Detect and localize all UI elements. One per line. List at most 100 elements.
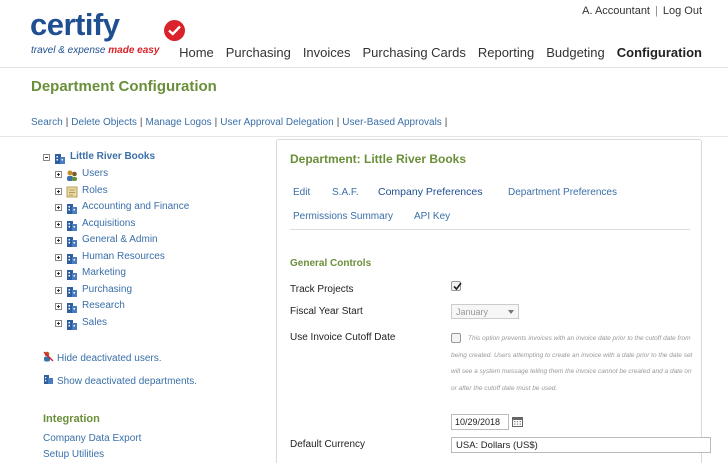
expand-icon[interactable]	[55, 237, 62, 244]
cutoff-date-value: 10/29/2018	[455, 417, 501, 427]
subnav-separator: |	[139, 117, 143, 128]
tree-root-node[interactable]: Little River Books	[43, 151, 243, 165]
default-currency-select[interactable]: USA: Dollars (US$)	[451, 437, 711, 453]
hide-users-icon	[43, 351, 54, 362]
tree-item-accounting-and-finance[interactable]: Accounting and Finance	[55, 201, 255, 215]
logout-link[interactable]: Log Out	[663, 5, 702, 17]
building-icon	[67, 270, 77, 280]
subnav-divider	[0, 136, 728, 137]
tree-item-acquisitions[interactable]: Acquisitions	[55, 218, 255, 232]
building-icon	[67, 237, 77, 247]
tree-item-general-admin[interactable]: General & Admin	[55, 234, 255, 248]
subnav-separator: |	[336, 117, 340, 128]
tab-permissions-summary[interactable]: Permissions Summary	[293, 211, 393, 222]
tab-api-key[interactable]: API Key	[414, 211, 450, 222]
tree-item-label[interactable]: Purchasing	[82, 284, 132, 295]
fiscal-year-start-label: Fiscal Year Start	[290, 306, 363, 317]
expand-icon[interactable]	[55, 221, 62, 228]
tree-item-label[interactable]: Sales	[82, 317, 107, 328]
subnav-separator: |	[444, 117, 448, 128]
expand-icon[interactable]	[55, 303, 62, 310]
department-panel: Department: Little River Books Edit S.A.…	[276, 139, 711, 463]
expand-icon[interactable]	[55, 254, 62, 261]
tree-item-users[interactable]: Users	[55, 168, 255, 182]
user-name[interactable]: A. Accountant	[582, 5, 650, 17]
tree-item-label[interactable]: Acquisitions	[82, 218, 135, 229]
tab-company-preferences[interactable]: Company Preferences	[378, 186, 482, 198]
tree-item-sales[interactable]: Sales	[55, 317, 255, 331]
tree-item-purchasing[interactable]: Purchasing	[55, 284, 255, 298]
fiscal-year-start-value: January	[456, 307, 489, 317]
collapse-icon[interactable]	[43, 154, 50, 161]
nav-purchasing[interactable]: Purchasing	[226, 45, 291, 60]
expand-icon[interactable]	[55, 171, 62, 178]
expand-icon[interactable]	[55, 204, 62, 211]
logo-check-icon	[164, 20, 185, 41]
building-icon	[67, 254, 77, 264]
roles-icon	[66, 186, 78, 198]
tree-item-research[interactable]: Research	[55, 300, 255, 314]
config-subnav: Search | Delete Objects | Manage Logos | User …	[31, 117, 450, 128]
invoice-cutoff-help: This option prevents invoices with an in…	[451, 335, 693, 392]
show-departments-icon	[44, 375, 53, 384]
building-icon	[55, 154, 65, 164]
subnav-user-approval-delegation[interactable]: User Approval Delegation	[220, 117, 333, 128]
default-currency-value: USA: Dollars (US$)	[456, 440, 538, 451]
subnav-separator: |	[65, 117, 69, 128]
track-projects-label: Track Projects	[290, 284, 354, 295]
page-title: Department Configuration	[31, 78, 217, 95]
cutoff-date-input[interactable]: 10/29/2018	[451, 414, 509, 430]
invoice-cutoff-label: Use Invoice Cutoff Date	[290, 332, 396, 343]
expand-icon[interactable]	[55, 188, 62, 195]
track-projects-checkbox[interactable]	[451, 281, 462, 291]
panel-title: Department: Little River Books	[290, 152, 467, 166]
building-icon	[67, 303, 77, 313]
tab-saf[interactable]: S.A.F.	[332, 187, 359, 198]
tree-root-label[interactable]: Little River Books	[70, 151, 155, 162]
fiscal-year-start-select[interactable]: January	[451, 304, 519, 319]
building-icon	[67, 287, 77, 297]
integration-heading: Integration	[43, 413, 100, 425]
tree-item-label[interactable]: Research	[82, 300, 125, 311]
logo-wordmark: certify	[30, 7, 120, 42]
expand-icon[interactable]	[55, 287, 62, 294]
subnav-manage-logos[interactable]: Manage Logos	[146, 117, 212, 128]
users-icon	[67, 170, 77, 181]
expand-icon[interactable]	[55, 270, 62, 277]
subnav-search[interactable]: Search	[31, 117, 63, 128]
tab-edit[interactable]: Edit	[293, 187, 310, 198]
tree-item-label[interactable]: Human Resources	[82, 251, 165, 262]
tree-item-marketing[interactable]: Marketing	[55, 267, 255, 281]
chevron-down-icon	[508, 310, 514, 314]
tree-item-label[interactable]: Users	[82, 168, 108, 179]
nav-reporting[interactable]: Reporting	[478, 45, 534, 60]
subnav-user-based-approvals[interactable]: User-Based Approvals	[342, 117, 442, 128]
nav-configuration[interactable]: Configuration	[617, 45, 702, 60]
company-data-export-link[interactable]: Company Data Export	[43, 433, 141, 444]
nav-home[interactable]: Home	[179, 45, 214, 60]
tabs-divider	[290, 229, 690, 230]
certify-logo[interactable]: certify	[30, 7, 185, 42]
subnav-delete-objects[interactable]: Delete Objects	[71, 117, 137, 128]
tree-item-label[interactable]: Accounting and Finance	[82, 201, 189, 212]
tree-item-label[interactable]: Roles	[82, 185, 108, 196]
show-deactivated-departments-link[interactable]: Show deactivated departments.	[57, 376, 197, 387]
nav-purchasing-cards[interactable]: Purchasing Cards	[363, 45, 466, 60]
tab-department-preferences[interactable]: Department Preferences	[508, 187, 617, 198]
general-controls-heading: General Controls	[290, 258, 372, 269]
calendar-icon[interactable]	[512, 417, 523, 427]
tagline-part-a: travel & expense	[31, 45, 106, 56]
tree-item-human-resources[interactable]: Human Resources	[55, 251, 255, 265]
nav-budgeting[interactable]: Budgeting	[546, 45, 605, 60]
tree-item-roles[interactable]: Roles	[55, 185, 255, 199]
tree-item-label[interactable]: General & Admin	[82, 234, 158, 245]
tree-item-label[interactable]: Marketing	[82, 267, 126, 278]
logo-tagline: travel & expense made easy	[31, 45, 159, 56]
user-separator: |	[655, 5, 658, 17]
hide-deactivated-users-link[interactable]: Hide deactivated users.	[57, 353, 162, 364]
expand-icon[interactable]	[55, 320, 62, 327]
nav-invoices[interactable]: Invoices	[303, 45, 351, 60]
building-icon	[67, 204, 77, 214]
app-header: certify travel & expense made easy A. Ac…	[0, 0, 728, 68]
setup-utilities-link[interactable]: Setup Utilities	[43, 449, 104, 460]
